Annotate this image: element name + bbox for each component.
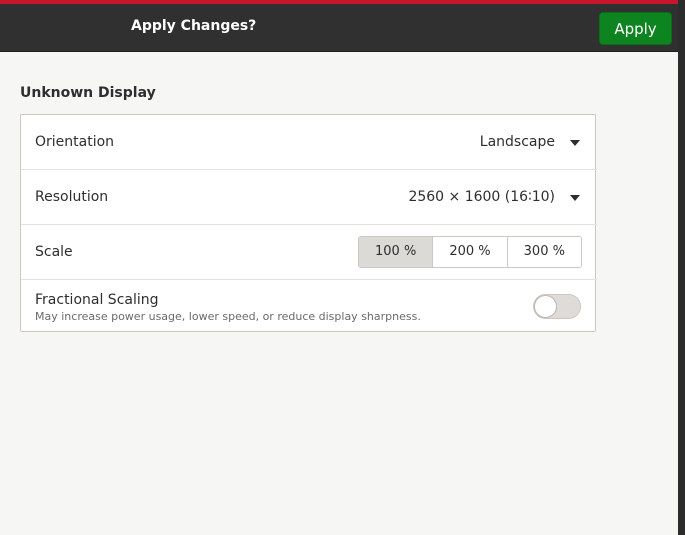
apply-button[interactable]: Apply: [599, 12, 672, 45]
chevron-down-icon[interactable]: [570, 140, 580, 146]
header-bar: Apply Changes? Apply: [0, 4, 678, 52]
display-settings-card: Orientation Landscape Resolution 2560 × …: [20, 114, 597, 332]
display-settings-window: Apply Changes? Apply Unknown Display Ori…: [0, 0, 685, 535]
display-section-title: Unknown Display: [20, 85, 156, 101]
resolution-value[interactable]: 2560 × 1600 (16∶10): [408, 189, 555, 205]
scale-option-300[interactable]: 300 %: [507, 237, 581, 267]
toggle-knob: [534, 295, 557, 318]
fractional-scaling-description: May increase power usage, lower speed, o…: [35, 310, 421, 323]
chevron-down-icon[interactable]: [570, 195, 580, 201]
orientation-label: Orientation: [35, 134, 115, 150]
orientation-value[interactable]: Landscape: [480, 134, 555, 150]
scale-option-200[interactable]: 200 %: [433, 237, 508, 267]
scale-row: Scale 100 % 200 % 300 %: [21, 225, 597, 280]
header-title: Apply Changes?: [131, 18, 257, 34]
scale-toggle-group: 100 % 200 % 300 %: [358, 236, 582, 268]
fractional-scaling-row: Fractional Scaling May increase power us…: [21, 280, 597, 332]
fractional-scaling-toggle[interactable]: [533, 294, 581, 319]
orientation-row[interactable]: Orientation Landscape: [21, 115, 597, 170]
resolution-label: Resolution: [35, 189, 109, 205]
window-right-edge: [678, 0, 685, 535]
resolution-row[interactable]: Resolution 2560 × 1600 (16∶10): [21, 170, 597, 225]
scale-label: Scale: [35, 244, 73, 260]
settings-content: Unknown Display Orientation Landscape Re…: [0, 52, 678, 535]
fractional-scaling-label: Fractional Scaling: [35, 292, 159, 308]
scale-option-100[interactable]: 100 %: [359, 237, 434, 267]
